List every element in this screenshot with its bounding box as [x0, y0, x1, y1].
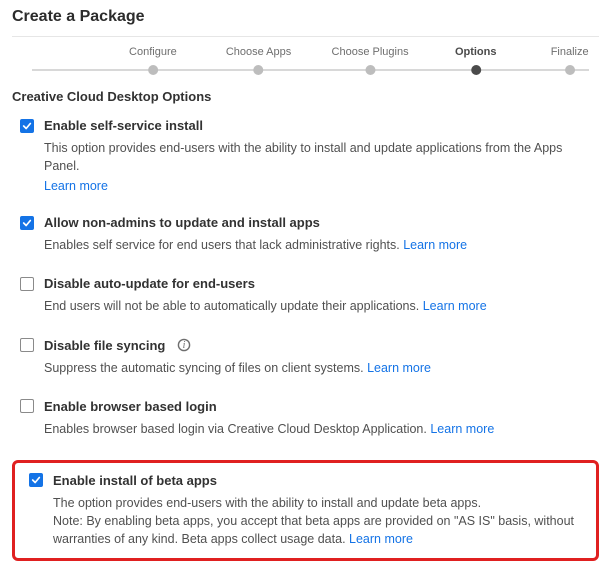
step-dot — [365, 65, 375, 75]
option-disable-auto-update: Disable auto-update for end-users End us… — [12, 276, 599, 315]
option-description: Suppress the automatic syncing of files … — [44, 359, 595, 377]
option-label: Enable install of beta apps — [53, 473, 217, 488]
step-options[interactable]: Options — [455, 47, 497, 77]
option-label: Allow non-admins to update and install a… — [44, 215, 320, 230]
option-beta-apps: Enable install of beta apps The option p… — [23, 473, 588, 548]
option-desc-text: Enables self service for end users that … — [44, 238, 400, 252]
option-label: Enable self-service install — [44, 118, 203, 133]
step-choose-apps[interactable]: Choose Apps — [226, 47, 291, 77]
option-non-admin: Allow non-admins to update and install a… — [12, 215, 599, 254]
option-browser-login: Enable browser based login Enables brows… — [12, 399, 599, 438]
checkbox-beta-apps[interactable] — [29, 473, 43, 487]
option-desc-text: Enables browser based login via Creative… — [44, 422, 427, 436]
option-disable-file-sync: Disable file syncing i Suppress the auto… — [12, 338, 599, 377]
option-desc-text: End users will not be able to automatica… — [44, 299, 419, 313]
option-description: The option provides end-users with the a… — [53, 494, 584, 548]
checkbox-self-service[interactable] — [20, 119, 34, 133]
checkbox-non-admin[interactable] — [20, 216, 34, 230]
option-desc-text: The option provides end-users with the a… — [53, 496, 481, 510]
learn-more-link[interactable]: Learn more — [349, 532, 413, 546]
learn-more-link[interactable]: Learn more — [430, 422, 494, 436]
option-description: Enables self service for end users that … — [44, 236, 595, 254]
step-choose-plugins[interactable]: Choose Plugins — [332, 47, 409, 77]
stepper-track — [32, 69, 589, 71]
learn-more-link[interactable]: Learn more — [423, 299, 487, 313]
step-label: Choose Plugins — [332, 47, 409, 58]
learn-more-link[interactable]: Learn more — [44, 179, 595, 193]
step-label: Options — [455, 47, 497, 58]
option-description: This option provides end-users with the … — [44, 139, 595, 175]
divider — [12, 36, 599, 37]
section-heading: Creative Cloud Desktop Options — [12, 89, 599, 104]
option-label: Enable browser based login — [44, 399, 217, 414]
option-label: Disable auto-update for end-users — [44, 276, 255, 291]
option-label: Disable file syncing — [44, 338, 165, 353]
option-description: Enables browser based login via Creative… — [44, 420, 595, 438]
learn-more-link[interactable]: Learn more — [367, 361, 431, 375]
step-configure[interactable]: Configure — [129, 47, 177, 77]
step-dot — [565, 65, 575, 75]
step-dot — [254, 65, 264, 75]
step-label: Configure — [129, 47, 177, 58]
info-icon[interactable]: i — [177, 338, 191, 352]
step-finalize[interactable]: Finalize — [551, 47, 589, 77]
wizard-stepper: Configure Choose Apps Choose Plugins Opt… — [12, 47, 599, 81]
option-desc-text: Suppress the automatic syncing of files … — [44, 361, 364, 375]
checkbox-browser-login[interactable] — [20, 399, 34, 413]
step-label: Choose Apps — [226, 47, 291, 58]
option-description: End users will not be able to automatica… — [44, 297, 595, 315]
checkbox-disable-file-sync[interactable] — [20, 338, 34, 352]
page-title: Create a Package — [12, 8, 599, 26]
highlight-box-beta: Enable install of beta apps The option p… — [12, 460, 599, 561]
learn-more-link[interactable]: Learn more — [403, 238, 467, 252]
svg-text:i: i — [183, 340, 186, 351]
checkbox-disable-auto-update[interactable] — [20, 277, 34, 291]
step-label: Finalize — [551, 47, 589, 58]
option-self-service: Enable self-service install This option … — [12, 118, 599, 193]
step-dot — [148, 65, 158, 75]
step-dot — [471, 65, 481, 75]
